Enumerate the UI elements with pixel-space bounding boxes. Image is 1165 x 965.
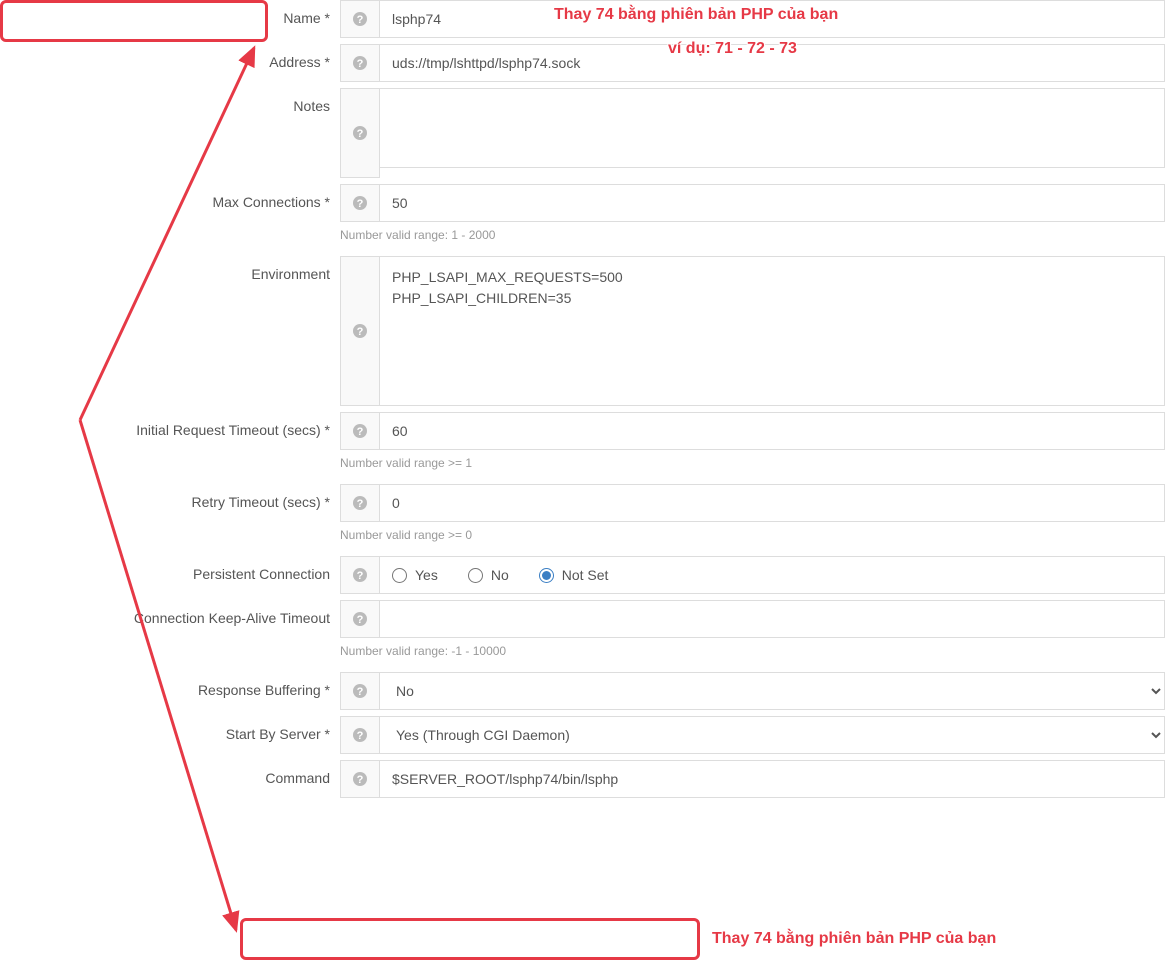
- command-input[interactable]: [380, 760, 1165, 798]
- maxconn-label: Max Connections *: [0, 184, 340, 210]
- highlight-command: [240, 918, 700, 960]
- svg-text:?: ?: [357, 426, 364, 438]
- environment-label: Environment: [0, 256, 340, 282]
- persistent-yes[interactable]: Yes: [392, 567, 438, 583]
- help-icon[interactable]: ?: [340, 600, 380, 638]
- persistent-notset-label: Not Set: [562, 567, 609, 583]
- init-timeout-helper: Number valid range >= 1: [340, 450, 1165, 478]
- retry-timeout-label: Retry Timeout (secs) *: [0, 484, 340, 510]
- persistent-yes-label: Yes: [415, 567, 438, 583]
- persistent-no[interactable]: No: [468, 567, 509, 583]
- help-icon[interactable]: ?: [340, 484, 380, 522]
- keepalive-label: Connection Keep-Alive Timeout: [0, 600, 340, 626]
- name-label: Name *: [0, 0, 340, 26]
- startby-label: Start By Server *: [0, 716, 340, 742]
- help-icon[interactable]: ?: [340, 672, 380, 710]
- svg-text:?: ?: [357, 570, 364, 582]
- svg-text:?: ?: [357, 498, 364, 510]
- help-icon[interactable]: ?: [340, 716, 380, 754]
- keepalive-helper: Number valid range: -1 - 10000: [340, 638, 1165, 666]
- svg-text:?: ?: [357, 686, 364, 698]
- help-icon[interactable]: ?: [340, 256, 380, 406]
- svg-text:?: ?: [357, 326, 364, 338]
- notes-label: Notes: [0, 88, 340, 114]
- persistent-radio-group: Yes No Not Set: [380, 556, 1165, 594]
- retry-timeout-input[interactable]: [380, 484, 1165, 522]
- respbuffer-label: Response Buffering *: [0, 672, 340, 698]
- address-label: Address *: [0, 44, 340, 70]
- respbuffer-select[interactable]: No: [380, 672, 1165, 710]
- retry-timeout-helper: Number valid range >= 0: [340, 522, 1165, 550]
- name-input[interactable]: [380, 0, 1165, 38]
- help-icon[interactable]: ?: [340, 556, 380, 594]
- environment-input[interactable]: [380, 256, 1165, 406]
- persistent-yes-radio[interactable]: [392, 568, 407, 583]
- help-icon[interactable]: ?: [340, 88, 380, 178]
- help-icon[interactable]: ?: [340, 44, 380, 82]
- help-icon[interactable]: ?: [340, 412, 380, 450]
- address-input[interactable]: [380, 44, 1165, 82]
- help-icon[interactable]: ?: [340, 760, 380, 798]
- keepalive-input[interactable]: [380, 600, 1165, 638]
- init-timeout-input[interactable]: [380, 412, 1165, 450]
- svg-text:?: ?: [357, 774, 364, 786]
- svg-text:?: ?: [357, 58, 364, 70]
- persistent-notset-radio[interactable]: [539, 568, 554, 583]
- svg-text:?: ?: [357, 730, 364, 742]
- init-timeout-label: Initial Request Timeout (secs) *: [0, 412, 340, 438]
- persistent-no-radio[interactable]: [468, 568, 483, 583]
- persistent-no-label: No: [491, 567, 509, 583]
- svg-text:?: ?: [357, 128, 364, 140]
- help-icon[interactable]: ?: [340, 184, 380, 222]
- maxconn-input[interactable]: [380, 184, 1165, 222]
- maxconn-helper: Number valid range: 1 - 2000: [340, 222, 1165, 250]
- notes-input[interactable]: [380, 88, 1165, 168]
- command-label: Command: [0, 760, 340, 786]
- help-icon[interactable]: ?: [340, 0, 380, 38]
- svg-text:?: ?: [357, 198, 364, 210]
- annotation-bottom: Thay 74 bằng phiên bản PHP của bạn: [712, 930, 996, 948]
- startby-select[interactable]: Yes (Through CGI Daemon): [380, 716, 1165, 754]
- persistent-label: Persistent Connection: [0, 556, 340, 582]
- svg-text:?: ?: [357, 14, 364, 26]
- persistent-notset[interactable]: Not Set: [539, 567, 609, 583]
- svg-text:?: ?: [357, 614, 364, 626]
